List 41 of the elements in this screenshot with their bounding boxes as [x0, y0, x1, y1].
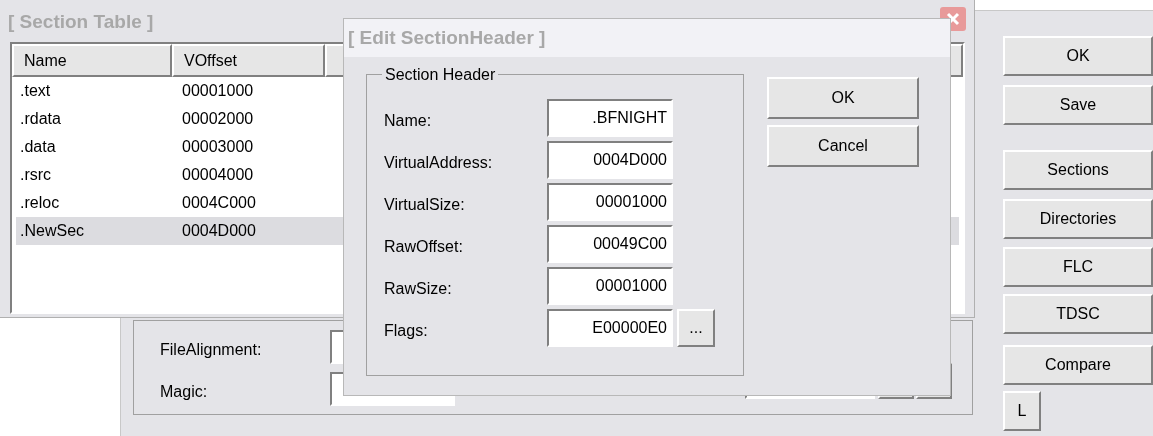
field-label: Flags:: [384, 321, 428, 341]
side-button[interactable]: Save: [1003, 85, 1153, 125]
column-header[interactable]: VOffset: [172, 44, 325, 77]
column-header[interactable]: Name: [12, 44, 172, 77]
side-button[interactable]: FLC: [1003, 247, 1153, 287]
table-cell-text: .data: [19, 137, 57, 157]
table-cell-text: 00004000: [181, 165, 254, 185]
field-label: FileAlignment:: [160, 340, 262, 360]
side-button[interactable]: TDSC: [1003, 294, 1153, 334]
input-field[interactable]: 0004D000: [547, 141, 673, 179]
input-field[interactable]: 00049C00: [547, 225, 673, 263]
field-label: VirtualAddress:: [384, 153, 493, 173]
table-cell-text: 0004C000: [181, 193, 256, 213]
input-field[interactable]: 00001000: [547, 267, 673, 305]
browse-button[interactable]: ...: [677, 309, 715, 347]
field-label: VirtualSize:: [384, 195, 465, 215]
window-title: [ Section Table ]: [8, 10, 154, 34]
side-button[interactable]: Compare: [1003, 345, 1153, 385]
field-label: Magic:: [160, 382, 208, 402]
table-cell-text: .rdata: [19, 109, 62, 129]
table-cell-text: 00003000: [181, 137, 254, 157]
field-label: Name:: [384, 111, 432, 131]
side-button[interactable]: OK: [1003, 36, 1153, 76]
field-label: RawSize:: [384, 279, 452, 299]
table-cell-text: .reloc: [19, 193, 61, 213]
table-cell-text: .NewSec: [19, 221, 86, 241]
window-title: [ Edit SectionHeader ]: [348, 25, 546, 50]
table-cell-text: 0004D000: [181, 221, 256, 241]
table-cell-text: .text: [19, 81, 52, 101]
dialog-button[interactable]: OK: [767, 77, 919, 119]
small-button[interactable]: L: [1003, 391, 1041, 431]
field-label: RawOffset:: [384, 237, 463, 257]
side-button[interactable]: Sections: [1003, 150, 1153, 190]
table-cell-text: 00002000: [181, 109, 254, 129]
dialog-button[interactable]: Cancel: [767, 125, 919, 167]
side-button[interactable]: Directories: [1003, 199, 1153, 239]
table-cell-text: 00001000: [181, 81, 254, 101]
input-field[interactable]: 00001000: [547, 183, 673, 221]
input-field[interactable]: .BFNIGHT: [547, 99, 673, 137]
input-field[interactable]: E00000E0: [547, 309, 673, 347]
table-cell-text: .rsrc: [19, 165, 53, 185]
